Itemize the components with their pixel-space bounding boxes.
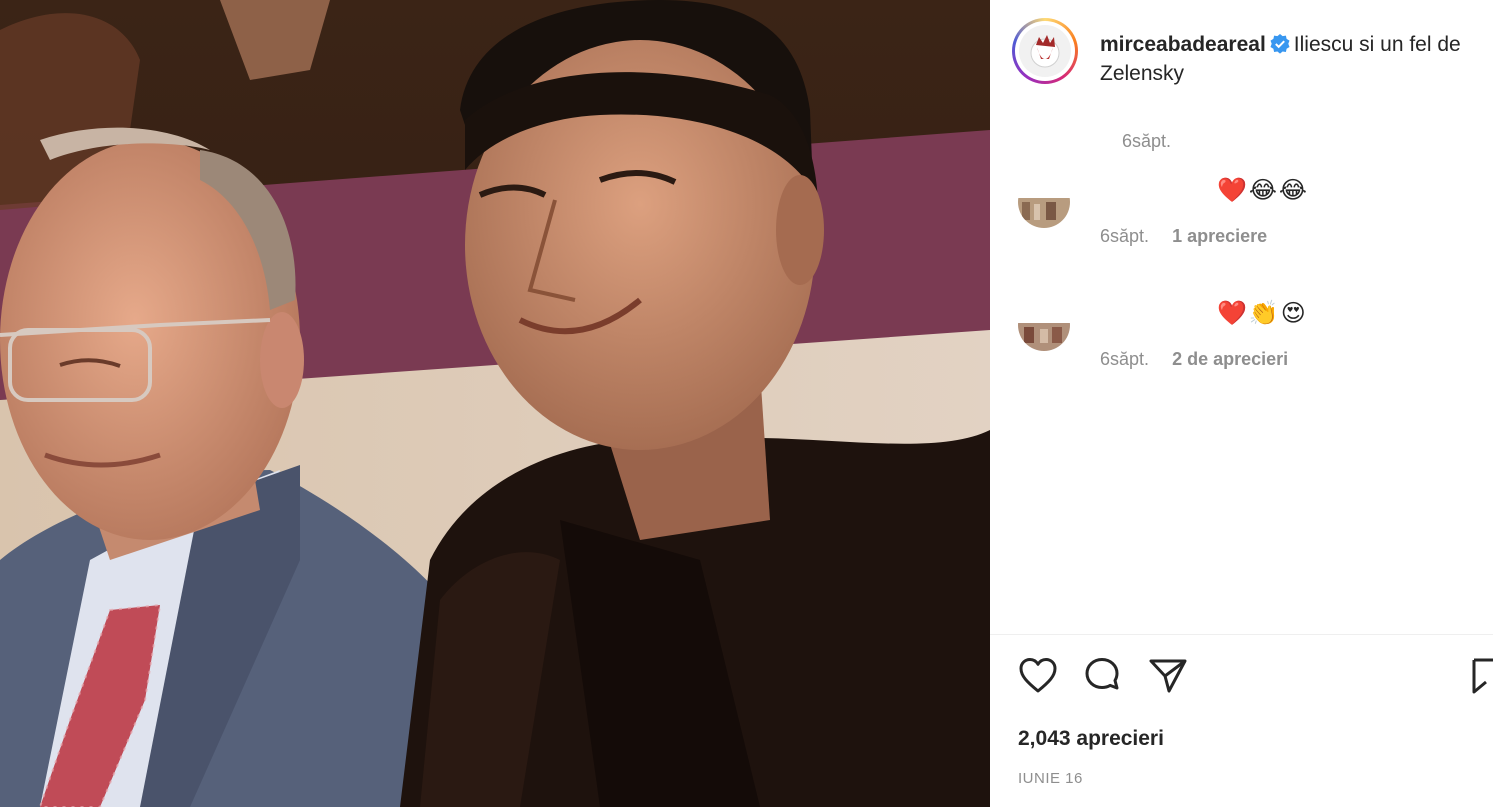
save-button[interactable]: [1466, 656, 1493, 700]
comment-meta: 6săpt. 2 de aprecieri: [1100, 349, 1288, 370]
caption-time: 6săpt.: [1122, 131, 1172, 151]
comment-icon: [1082, 656, 1122, 701]
action-bar: [1016, 656, 1493, 700]
comment-meta: 6săpt. 1 apreciere: [1100, 226, 1267, 247]
share-button[interactable]: [1146, 656, 1190, 700]
comment-time: 6săpt.: [1100, 226, 1150, 246]
likes-count[interactable]: 2,043 aprecieri: [1018, 727, 1164, 751]
caption-text-block: mirceabadeareal Iliescu si un fel de Zele…: [1100, 30, 1493, 88]
comment-item: ❤️👏😍 6săpt. 2 de aprecieri: [1012, 299, 1493, 389]
wilson-ball-avatar-icon: [1019, 25, 1071, 77]
post-photo[interactable]: [0, 0, 990, 807]
comment-time: 6săpt.: [1100, 349, 1150, 369]
divider: [990, 634, 1493, 635]
instagram-post: mirceabadeareal Iliescu si un fel de Zele…: [0, 0, 1493, 807]
commenter-avatar[interactable]: [1018, 299, 1070, 351]
send-icon: [1148, 656, 1188, 701]
author-username[interactable]: mirceabadeareal: [1100, 33, 1266, 56]
post-image: [0, 0, 990, 807]
comment-button[interactable]: [1080, 656, 1124, 700]
post-date: IUNIE 16: [1018, 770, 1083, 787]
comment-likes[interactable]: 2 de aprecieri: [1172, 349, 1288, 369]
verified-badge-icon: [1270, 33, 1290, 54]
comment-text: ❤️😂😂: [1217, 177, 1309, 204]
heart-icon: [1018, 656, 1058, 701]
comment-text: ❤️👏😍: [1217, 300, 1308, 327]
commenter-avatar[interactable]: [1018, 176, 1070, 228]
author-avatar[interactable]: [1012, 18, 1078, 84]
bookmark-icon: [1466, 656, 1493, 701]
like-button[interactable]: [1016, 656, 1060, 700]
comment-likes[interactable]: 1 apreciere: [1172, 226, 1267, 246]
comment-item: ❤️😂😂 6săpt. 1 apreciere: [1012, 176, 1493, 266]
post-side-panel: mirceabadeareal Iliescu si un fel de Zele…: [990, 0, 1493, 807]
